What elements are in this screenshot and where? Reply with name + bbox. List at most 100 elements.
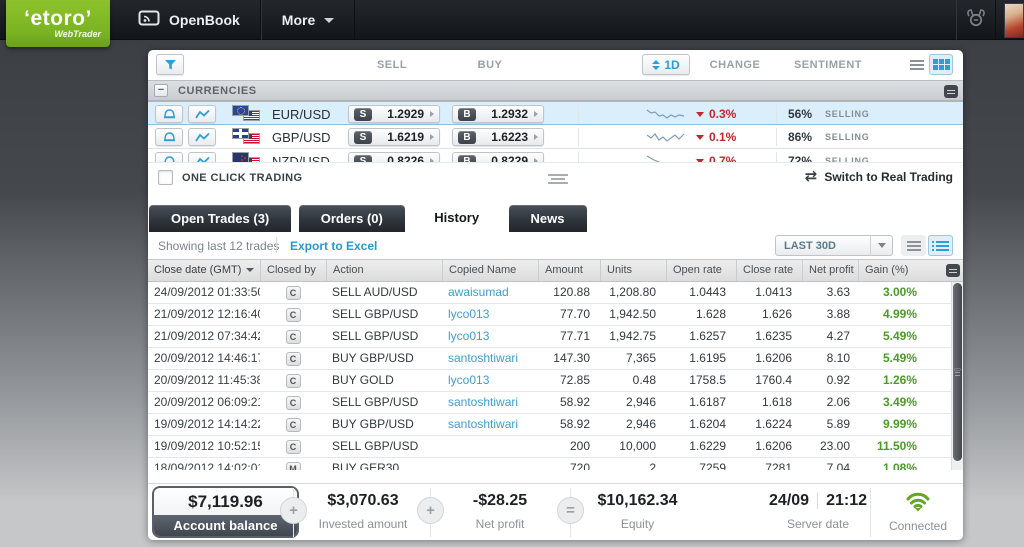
copied-name-link[interactable]: awaisumad [442, 282, 538, 303]
column-amount[interactable]: Amount [538, 260, 600, 281]
amount-cell: 58.92 [538, 392, 600, 413]
units-cell: 1,942.50 [600, 304, 666, 325]
etoro-webtrader-logo[interactable]: etoro WebTrader [6, 0, 110, 47]
tab-history[interactable]: History [412, 204, 501, 232]
closed-by-badge: C [286, 330, 301, 344]
one-click-trading-checkbox[interactable] [158, 170, 173, 185]
sell-badge: S [354, 108, 372, 121]
chart-button[interactable] [188, 152, 216, 162]
table-row[interactable]: 21/09/2012 07:34:42 C SELL GBP/USD lyco0… [148, 326, 963, 348]
column-close-date[interactable]: Close date (GMT) [148, 260, 260, 281]
date-range-dropdown[interactable]: LAST 30D [775, 235, 893, 256]
action-cell: BUY GBP/USD [326, 348, 442, 369]
copied-name-link[interactable]: lyco013 [442, 304, 538, 325]
table-scrollbar[interactable] [951, 282, 963, 470]
buy-price-button[interactable]: B 1.6223 [452, 128, 544, 146]
table-row[interactable]: 20/09/2012 06:09:21 C SELL GBP/USD santo… [148, 392, 963, 414]
timeframe-value: 1D [664, 58, 679, 72]
detailed-list-button[interactable] [928, 235, 953, 256]
collapse-group-button[interactable]: − [154, 84, 168, 97]
date-range-value: LAST 30D [776, 240, 870, 252]
table-row[interactable]: 24/09/2012 01:33:50 C SELL AUD/USD awais… [148, 282, 963, 304]
one-click-trading-bar: ONE CLICK TRADING ⇄ Switch to Real Tradi… [148, 162, 963, 192]
gain-cell: 11.50% [858, 436, 927, 457]
copied-name-link[interactable] [442, 436, 538, 457]
history-table-header: Close date (GMT) Closed by Action Copied… [148, 259, 963, 282]
copied-name-link[interactable]: lyco013 [442, 370, 538, 391]
timeframe-dropdown[interactable]: 1D [642, 54, 690, 75]
open-rate-cell: 1.628 [666, 304, 736, 325]
more-menu[interactable]: More [261, 0, 355, 40]
column-open-rate[interactable]: Open rate [666, 260, 736, 281]
bell-icon [163, 131, 176, 143]
eu-flag-icon [232, 105, 249, 116]
column-closed-by[interactable]: Closed by [260, 260, 326, 281]
table-row[interactable]: 21/09/2012 12:16:40 C SELL GBP/USD lyco0… [148, 304, 963, 326]
sell-price-button[interactable]: S 1.6219 [348, 128, 440, 146]
tab-news[interactable]: News [509, 205, 587, 232]
column-net-profit[interactable]: Net profit [802, 260, 858, 281]
amount-cell: 77.70 [538, 304, 600, 325]
copied-name-link[interactable]: santoshtiwari [442, 392, 538, 413]
table-row[interactable]: 20/09/2012 11:45:38 C BUY GOLD lyco013 7… [148, 370, 963, 392]
sell-price-button[interactable]: S 0.8226 [348, 152, 440, 162]
closed-by-badge: C [286, 396, 301, 410]
alert-button[interactable] [155, 105, 183, 123]
rate-row-nzdusd[interactable]: NZD/USD S 0.8226 B 0.8229 0.7% 72% SELLI… [148, 149, 963, 162]
plus-operator-icon: + [280, 497, 307, 524]
user-avatar[interactable] [1004, 3, 1024, 38]
showing-trades-label: Showing last 12 trades [158, 239, 279, 253]
close-date-cell: 21/09/2012 12:16:40 [148, 304, 260, 325]
chart-button[interactable] [188, 128, 216, 146]
invested-amount-value: $3,070.63 [308, 492, 418, 510]
copied-name-link[interactable]: santoshtiwari [442, 348, 538, 369]
column-copied-name[interactable]: Copied Name [442, 260, 538, 281]
rate-row-eurusd[interactable]: EUR/USD S 1.2929 B 1.2932 0.3% 56% SELLI… [148, 101, 963, 125]
switch-to-real-trading-button[interactable]: ⇄ Switch to Real Trading [805, 169, 953, 185]
sell-price-button[interactable]: S 1.2929 [348, 105, 440, 123]
column-gain[interactable]: Gain (%) [858, 260, 927, 281]
closed-by-cell: C [260, 436, 326, 457]
tab-open-trades[interactable]: Open Trades (3) [149, 205, 291, 232]
account-balance-box[interactable]: $7,119.96 Account balance [152, 486, 299, 538]
table-row[interactable]: 19/09/2012 10:52:15 C SELL GBP/USD 200 1… [148, 436, 963, 458]
close-rate-cell: 1.6206 [736, 348, 802, 369]
table-row[interactable]: 18/09/2012 14:02:01 M BUY GER30 720 2 72… [148, 458, 963, 470]
top-navigation-bar: OpenBook More [0, 0, 1024, 40]
compact-list-button[interactable] [901, 235, 926, 256]
caret-right-icon [534, 134, 538, 140]
net-profit-cell: 0.92 [802, 370, 858, 391]
column-units[interactable]: Units [600, 260, 666, 281]
scrollbar-thumb[interactable] [953, 283, 962, 461]
table-row[interactable]: 19/09/2012 14:14:22 C BUY GBP/USD santos… [148, 414, 963, 436]
openbook-nav-item[interactable]: OpenBook [118, 0, 261, 40]
list-view-button[interactable] [905, 54, 929, 75]
copied-name-link[interactable]: lyco013 [442, 326, 538, 347]
alert-button[interactable] [155, 128, 183, 146]
close-date-cell: 20/09/2012 14:46:17 [148, 348, 260, 369]
buy-price-button[interactable]: B 1.2932 [452, 105, 544, 123]
grid-view-button[interactable] [929, 54, 953, 75]
export-to-excel-link[interactable]: Export to Excel [290, 239, 377, 253]
open-rate-cell: 1.0443 [666, 282, 736, 303]
panel-resize-handle[interactable] [548, 172, 568, 186]
etoro-bull-button[interactable] [956, 0, 996, 40]
account-balance-label: Account balance [154, 515, 297, 536]
closed-by-cell: C [260, 326, 326, 347]
rate-row-gbpusd[interactable]: GBP/USD S 1.6219 B 1.6223 0.1% 86% SELLI… [148, 125, 963, 149]
chart-button[interactable] [188, 105, 216, 123]
tab-orders[interactable]: Orders (0) [299, 205, 405, 232]
copied-name-link[interactable] [442, 458, 538, 470]
closed-by-cell: C [260, 392, 326, 413]
table-row[interactable]: 20/09/2012 14:46:17 C BUY GBP/USD santos… [148, 348, 963, 370]
etoro-bull-icon [965, 8, 987, 33]
alert-button[interactable] [155, 152, 183, 162]
filter-button[interactable] [156, 54, 184, 75]
group-menu-icon[interactable] [944, 85, 958, 98]
buy-price-button[interactable]: B 0.8229 [452, 152, 544, 162]
column-action[interactable]: Action [326, 260, 442, 281]
column-close-rate[interactable]: Close rate [736, 260, 802, 281]
closed-by-badge: C [286, 308, 301, 322]
table-menu-icon[interactable] [946, 264, 960, 277]
copied-name-link[interactable]: santoshtiwari [442, 414, 538, 435]
